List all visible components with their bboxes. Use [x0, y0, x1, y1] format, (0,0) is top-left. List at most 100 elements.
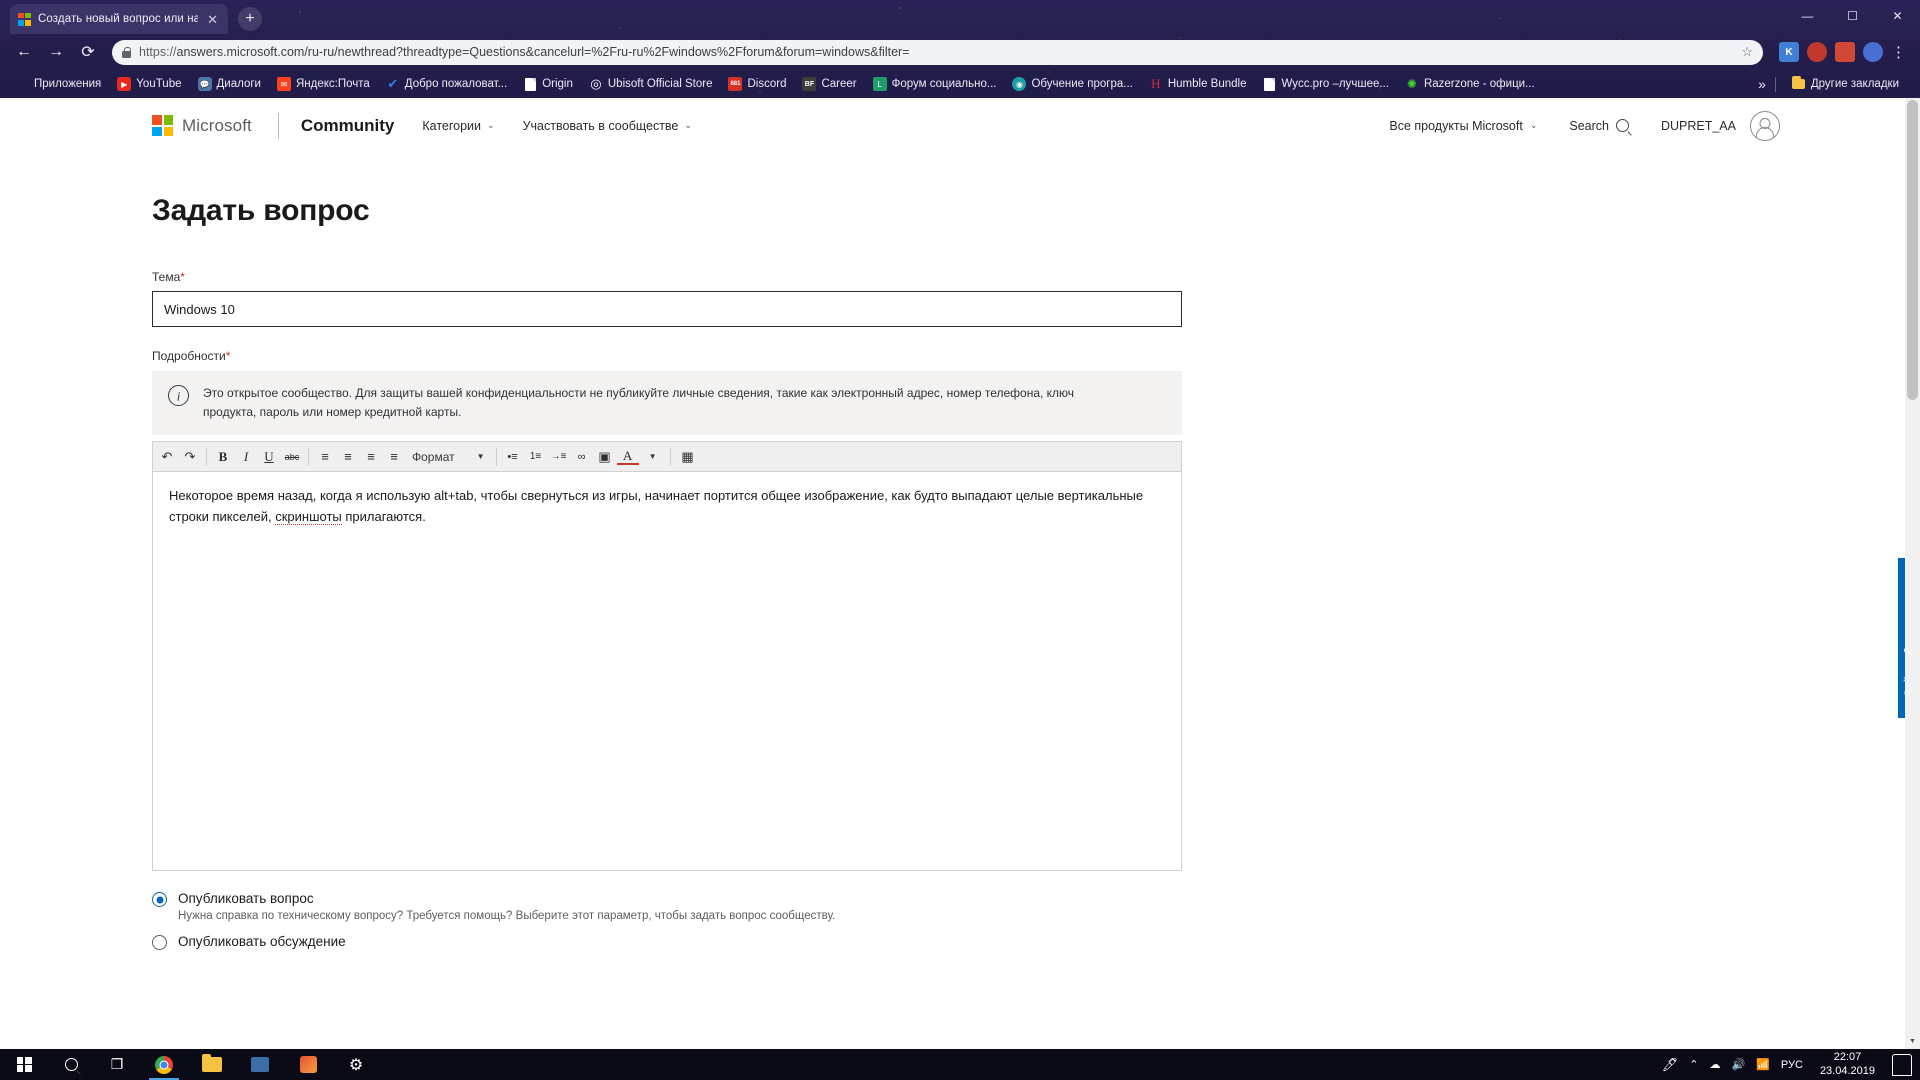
bookmark-ubisoft[interactable]: ◎ Ubisoft Official Store: [582, 75, 720, 93]
minimize-icon[interactable]: —: [1785, 0, 1830, 32]
search-button[interactable]: Search: [1569, 119, 1629, 133]
undo-icon[interactable]: ↶: [156, 445, 178, 469]
table-icon[interactable]: ▦: [676, 445, 698, 469]
bookmark-forum[interactable]: L Форум социально...: [866, 75, 1004, 93]
option-post-question[interactable]: Опубликовать вопрос Нужна справка по тех…: [152, 891, 1920, 922]
nav-categories[interactable]: Категории ⌄: [422, 119, 494, 133]
media-app-icon[interactable]: [236, 1049, 284, 1080]
forward-icon[interactable]: →: [42, 38, 70, 66]
details-label: Подробности*: [152, 349, 1920, 363]
taskbar-search-icon[interactable]: [48, 1049, 94, 1080]
extension-blue-icon[interactable]: [1863, 42, 1883, 62]
clock[interactable]: 22:07 23.04.2019: [1814, 1051, 1881, 1079]
subject-input[interactable]: Windows 10: [152, 291, 1182, 327]
windows-start-icon[interactable]: [0, 1049, 48, 1080]
language-indicator[interactable]: РУС: [1781, 1059, 1803, 1071]
new-tab-button[interactable]: +: [238, 7, 262, 31]
italic-icon[interactable]: I: [235, 445, 257, 469]
checkmark-icon: ✔: [387, 76, 399, 91]
bold-icon[interactable]: B: [212, 445, 234, 469]
format-dropdown-label: Формат: [412, 449, 455, 464]
align-left-icon[interactable]: ≡: [314, 445, 336, 469]
redo-icon[interactable]: ↷: [179, 445, 201, 469]
bookmark-discord[interactable]: 681 Discord: [721, 75, 793, 93]
browser-menu-icon[interactable]: ⋮: [1887, 43, 1910, 61]
community-brand[interactable]: Community: [301, 116, 395, 136]
strikethrough-icon[interactable]: abc: [281, 445, 303, 469]
bookmark-wycc[interactable]: Wycc.pro –лучшее...: [1255, 75, 1395, 93]
url-rest: answers.microsoft.com/ru-ru/newthread?th…: [176, 45, 910, 59]
bookmark-career[interactable]: BF Career: [795, 75, 863, 93]
text-color-icon[interactable]: A: [616, 448, 639, 466]
learning-icon: ◉: [1012, 77, 1027, 91]
bookmark-welcome[interactable]: ✔ Добро пожаловат...: [379, 75, 514, 93]
numbered-list-icon[interactable]: 1≡: [525, 445, 547, 469]
notification-icon[interactable]: [1892, 1053, 1912, 1076]
extension-adblock-icon[interactable]: [1807, 42, 1827, 62]
color-chevron-down-icon[interactable]: ▼: [640, 445, 666, 469]
scrollbar-thumb[interactable]: [1907, 100, 1918, 400]
extension-k-icon[interactable]: K: [1779, 42, 1799, 62]
chrome-app-icon[interactable]: [140, 1049, 188, 1080]
editor-body[interactable]: Некоторое время назад, когда я использую…: [153, 472, 1181, 871]
task-view-icon[interactable]: ❐: [94, 1049, 140, 1080]
divider: [1774, 76, 1776, 92]
info-icon: [168, 385, 189, 406]
all-products-menu[interactable]: Все продукты Microsoft ⌄: [1389, 119, 1537, 133]
pen-icon[interactable]: 🖊: [1662, 1057, 1679, 1073]
window-close-icon[interactable]: ✕: [1875, 0, 1920, 32]
all-products-label: Все продукты Microsoft: [1389, 118, 1523, 133]
network-icon[interactable]: 📶: [1756, 1058, 1770, 1071]
user-avatar-icon[interactable]: [1750, 110, 1780, 141]
volume-icon[interactable]: 🔊: [1732, 1058, 1746, 1071]
bookmark-razerzone[interactable]: ✺ Razerzone - офици...: [1398, 75, 1542, 93]
bookmark-learning[interactable]: ◉ Обучение програ...: [1005, 75, 1139, 93]
settings-app-icon[interactable]: ⚙: [332, 1049, 380, 1080]
scroll-down-icon[interactable]: ▼: [1905, 1034, 1920, 1049]
photos-app-icon[interactable]: [284, 1049, 332, 1080]
align-center-icon[interactable]: ≡: [337, 445, 359, 469]
link-icon[interactable]: ∞: [571, 445, 593, 469]
bookmark-yandex-mail[interactable]: ✉ Яндекс:Почта: [270, 75, 377, 93]
other-bookmarks-button[interactable]: Другие закладки: [1785, 75, 1906, 93]
onedrive-icon[interactable]: ☁: [1710, 1058, 1721, 1071]
document-icon: [523, 77, 537, 91]
bullet-list-icon[interactable]: •≡: [502, 445, 524, 469]
address-bar[interactable]: https://answers.microsoft.com/ru-ru/newt…: [112, 39, 1763, 65]
option-post-discussion[interactable]: Опубликовать обсуждение: [152, 934, 1920, 951]
chevron-down-icon: ⌄: [487, 120, 495, 130]
clock-date: 23.04.2019: [1819, 1064, 1875, 1077]
underline-icon[interactable]: U: [258, 445, 280, 469]
file-explorer-icon[interactable]: [188, 1049, 236, 1080]
page-scrollbar[interactable]: ▲ ▼: [1905, 98, 1920, 1049]
bookmarks-overflow-icon[interactable]: »: [1758, 76, 1766, 92]
close-icon[interactable]: ✕: [205, 11, 220, 28]
radio-unselected-icon[interactable]: [152, 935, 167, 951]
radio-selected-icon[interactable]: [152, 892, 167, 908]
bookmark-dialogs[interactable]: 💬 Диалоги: [191, 75, 268, 93]
maximize-icon[interactable]: ☐: [1830, 0, 1875, 32]
microsoft-logo[interactable]: Microsoft: [152, 115, 252, 136]
divider: [308, 447, 309, 466]
extension-icons: K: [1773, 42, 1883, 62]
image-icon[interactable]: ▣: [594, 445, 616, 469]
bookmark-apps[interactable]: Приложения: [8, 75, 108, 93]
bookmark-label: Добро пожаловат...: [404, 78, 508, 90]
nav-participate[interactable]: Участвовать в сообществе ⌄: [523, 119, 692, 133]
browser-tab[interactable]: Создать новый вопрос или нач ✕: [10, 4, 228, 34]
align-justify-icon[interactable]: ≡: [383, 445, 405, 469]
back-icon[interactable]: ←: [10, 38, 38, 66]
indent-icon[interactable]: →≡: [548, 445, 570, 469]
bookmark-star-icon[interactable]: ☆: [1741, 44, 1753, 60]
chevron-up-icon[interactable]: ⌃: [1689, 1058, 1698, 1071]
bookmark-youtube[interactable]: ▶ YouTube: [110, 75, 188, 93]
user-menu[interactable]: DUPRET_AA: [1661, 110, 1780, 141]
bookmark-origin[interactable]: Origin: [516, 75, 580, 93]
bookmark-humble-bundle[interactable]: H Humble Bundle: [1142, 75, 1254, 93]
yandex-mail-icon: ✉: [276, 77, 291, 91]
bookmark-label: Форум социально...: [891, 78, 997, 90]
format-dropdown[interactable]: Формат ▼: [406, 445, 491, 469]
reload-icon[interactable]: ⟳: [74, 38, 102, 66]
align-right-icon[interactable]: ≡: [360, 445, 382, 469]
extension-red-icon[interactable]: [1835, 42, 1855, 62]
